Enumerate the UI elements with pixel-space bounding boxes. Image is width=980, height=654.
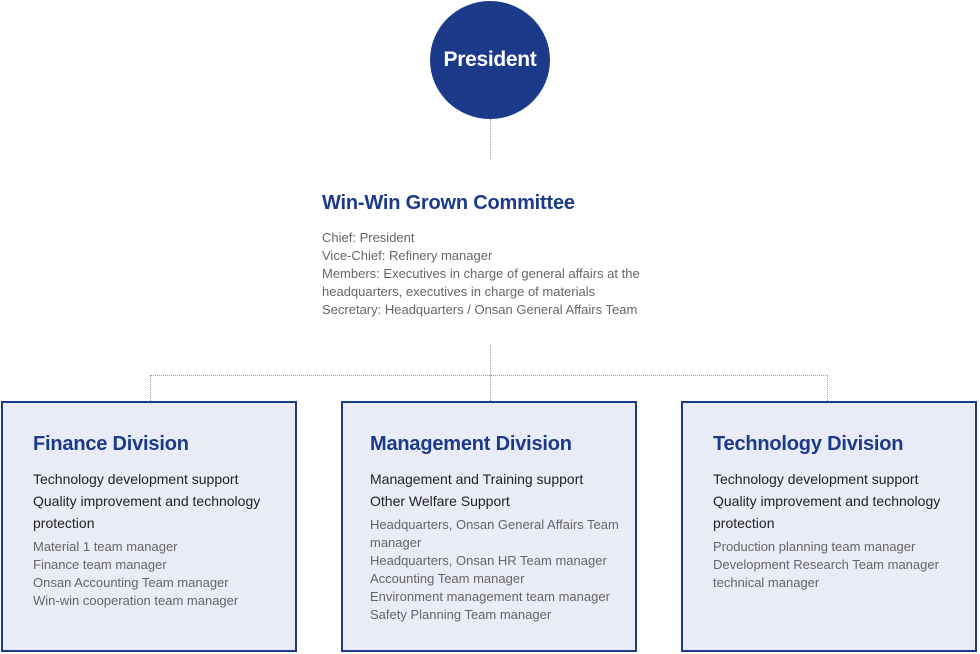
management-division-box: Management Division Management and Train… — [341, 401, 637, 652]
connector-president-committee — [490, 119, 491, 159]
division-member: Onsan Accounting Team manager — [33, 575, 229, 590]
division-member: Finance team manager — [33, 557, 167, 572]
connector-finance — [150, 375, 151, 401]
division-role: Technology development support — [713, 471, 919, 487]
division-roles: Technology development support Quality i… — [713, 468, 963, 534]
committee-line: Secretary: Headquarters / Onsan General … — [322, 302, 638, 317]
division-roles: Management and Training support Other We… — [370, 468, 623, 512]
technology-division-box: Technology Division Technology developme… — [681, 401, 977, 652]
division-roles: Technology development support Quality i… — [33, 468, 283, 534]
division-member: Environment management team manager — [370, 589, 610, 604]
connector-management — [490, 375, 491, 401]
committee-line: Chief: President — [322, 230, 415, 245]
division-member: Development Research Team manager — [713, 557, 939, 572]
division-role: Quality improvement and technology prote… — [33, 493, 261, 531]
division-title: Finance Division — [33, 433, 189, 455]
division-members: Headquarters, Onsan General Affairs Team… — [370, 516, 623, 624]
connector-horizontal — [150, 375, 828, 376]
division-members: Material 1 team manager Finance team man… — [33, 538, 283, 610]
division-member: Accounting Team manager — [370, 571, 525, 586]
division-member: Safety Planning Team manager — [370, 607, 552, 622]
division-role: Quality improvement and technology prote… — [713, 493, 941, 531]
division-member: Material 1 team manager — [33, 539, 178, 554]
division-member: Headquarters, Onsan HR Team manager — [370, 553, 607, 568]
president-label: President — [443, 48, 537, 71]
committee-line: headquarters, executives in charge of ma… — [322, 284, 596, 299]
division-role: Other Welfare Support — [370, 493, 510, 509]
division-member: Production planning team manager — [713, 539, 916, 554]
committee-line: Vice-Chief: Refinery manager — [322, 248, 493, 263]
connector-technology — [827, 375, 828, 401]
division-member: Win-win cooperation team manager — [33, 593, 239, 608]
committee-line: Members: Executives in charge of general… — [322, 266, 640, 281]
division-role: Management and Training support — [370, 471, 584, 487]
connector-committee-divisions — [490, 345, 491, 375]
division-title: Management Division — [370, 433, 572, 455]
division-member: Headquarters, Onsan General Affairs Team… — [370, 517, 619, 550]
division-role: Technology development support — [33, 471, 239, 487]
committee-details: Chief: President Vice-Chief: Refinery ma… — [322, 229, 682, 319]
division-members: Production planning team manager Develop… — [713, 538, 963, 592]
finance-division-box: Finance Division Technology development … — [1, 401, 297, 652]
division-member: technical manager — [713, 575, 820, 590]
committee-block: Win-Win Grown Committee Chief: President… — [322, 192, 682, 319]
president-node: President — [430, 1, 550, 119]
committee-title: Win-Win Grown Committee — [322, 192, 575, 214]
division-title: Technology Division — [713, 433, 904, 455]
